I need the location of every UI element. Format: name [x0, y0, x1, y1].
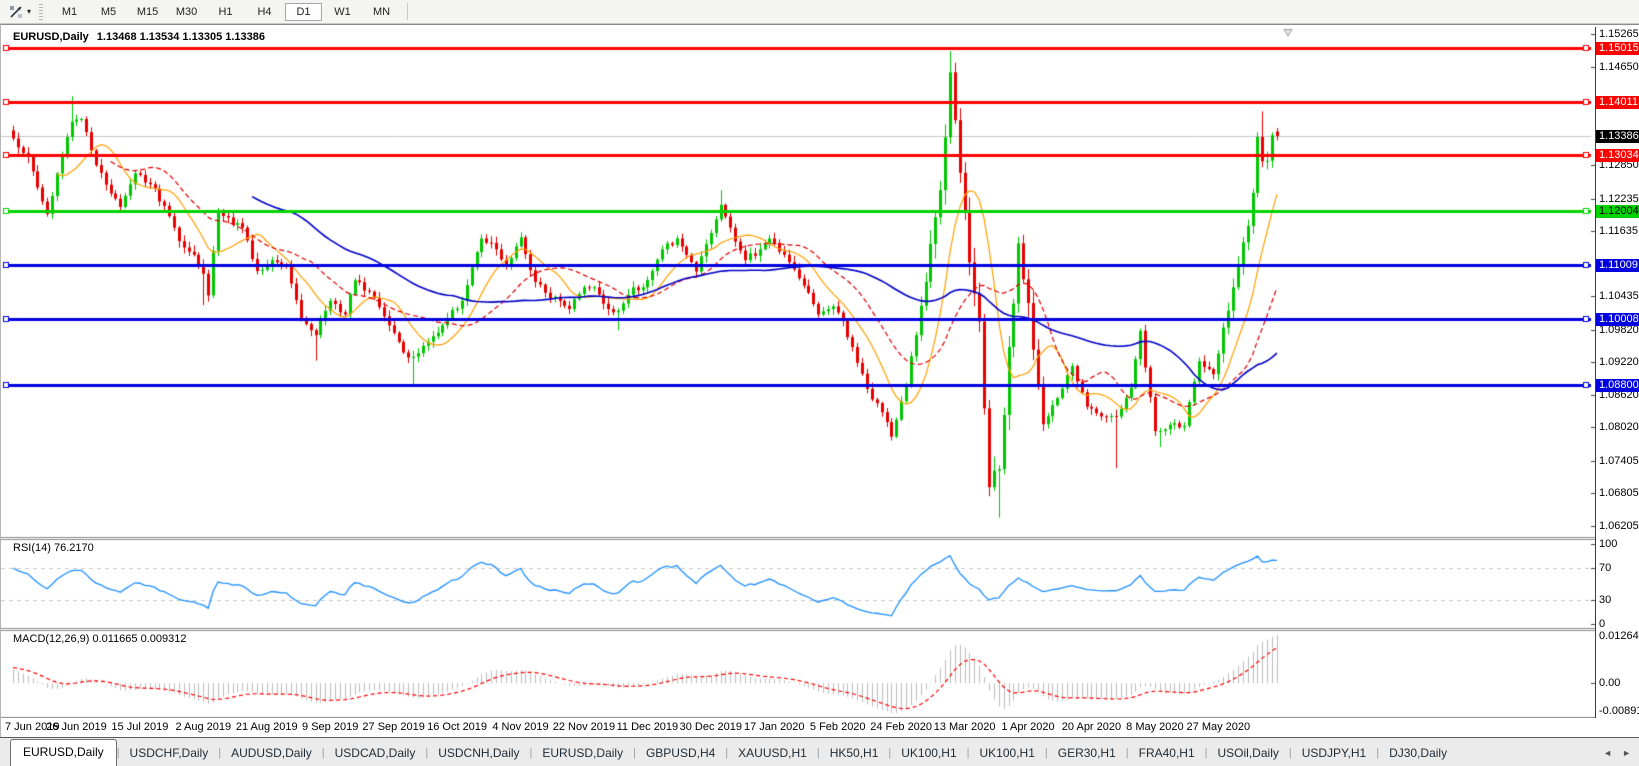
chart-title: EURUSD,Daily 1.13468 1.13534 1.13305 1.13… [13, 31, 265, 43]
time-axis-label: 9 Sep 2019 [302, 721, 358, 733]
price-axis-tick: 1.06205 [1599, 520, 1639, 533]
macd-indicator-label: MACD(12,26,9) 0.011665 0.009312 [13, 633, 186, 645]
price-axis[interactable]: 1.152651.146501.128501.122351.116351.104… [1595, 27, 1639, 718]
price-axis-tick: 1.07405 [1599, 455, 1639, 468]
chart-symbol-period: EURUSD,Daily [13, 31, 89, 43]
tabs-scroll-left-icon[interactable]: ◄ [1603, 748, 1612, 758]
toolbar-divider [407, 3, 408, 20]
timeframe-button-d1[interactable]: D1 [285, 3, 322, 21]
timeframe-button-h4[interactable]: H4 [246, 3, 283, 21]
price-axis-tick: 1.08020 [1599, 421, 1639, 434]
time-axis-label: 5 Feb 2020 [810, 721, 866, 733]
time-axis-label: 13 Mar 2020 [934, 721, 996, 733]
toolbar-grip[interactable] [39, 4, 43, 20]
time-axis-label: 2 Aug 2019 [175, 721, 231, 733]
chart-tab-gbpusd-h4-6[interactable]: GBPUSD,H4 [636, 742, 725, 764]
chart-tab-uk100-h1-10[interactable]: UK100,H1 [970, 742, 1045, 764]
time-axis-label: 11 Dec 2019 [617, 721, 679, 733]
price-axis-tick: 1.11635 [1599, 225, 1638, 238]
timeframe-button-m15[interactable]: M15 [129, 3, 166, 21]
price-line-badge: 1.15015 [1596, 42, 1639, 55]
draw-tool-button[interactable]: ▾ [4, 3, 35, 21]
chart-tab-hk50-h1-8[interactable]: HK50,H1 [820, 742, 889, 764]
timeframe-buttons: M1M5M15M30H1H4D1W1MN [50, 0, 401, 24]
chart-tab-bar: EURUSD,Daily|USDCHF,Daily|AUDUSD,Daily|U… [0, 737, 1639, 766]
chart-tab-usdcnh-daily-4[interactable]: USDCNH,Daily [428, 742, 529, 764]
chart-window: EURUSD,Daily 1.13468 1.13534 1.13305 1.13… [0, 24, 1639, 737]
price-chart-canvas[interactable] [1, 27, 1597, 718]
tabs-scroll-right-icon[interactable]: ► [1622, 748, 1631, 758]
price-line-badge: 1.13034 [1596, 149, 1639, 162]
timeframe-button-m1[interactable]: M1 [51, 3, 88, 21]
chart-tab-eurusd-daily-0[interactable]: EURUSD,Daily [10, 739, 117, 766]
time-axis-label: 21 Aug 2019 [236, 721, 298, 733]
time-axis-label: 24 Feb 2020 [870, 721, 932, 733]
price-axis-tick: 1.06805 [1599, 487, 1639, 500]
time-axis-label: 17 Jan 2020 [744, 721, 805, 733]
chart-tabs: EURUSD,Daily|USDCHF,Daily|AUDUSD,Daily|U… [0, 738, 1457, 766]
time-axis-label: 8 May 2020 [1126, 721, 1183, 733]
rsi-indicator-label: RSI(14) 76.2170 [13, 542, 94, 554]
macd-axis-tick-zero: 0.00 [1599, 677, 1620, 690]
draw-tool-icon [8, 4, 24, 20]
rsi-axis-tick: 70 [1599, 562, 1611, 575]
time-axis[interactable]: 7 Jun 201926 Jun 201915 Jul 20192 Aug 20… [1, 718, 1597, 738]
timeframe-button-mn[interactable]: MN [363, 3, 400, 21]
time-axis-label: 15 Jul 2019 [111, 721, 168, 733]
price-line-badge: 1.11009 [1596, 259, 1639, 272]
macd-axis-tick-max: 0.012645 [1599, 630, 1639, 643]
price-axis-tick: 1.09220 [1599, 356, 1639, 369]
chart-tab-eurusd-daily-5[interactable]: EURUSD,Daily [532, 742, 633, 764]
time-axis-label: 22 Nov 2019 [553, 721, 615, 733]
time-axis-label: 27 May 2020 [1187, 721, 1251, 733]
toolbar: ▾ M1M5M15M30H1H4D1W1MN [0, 0, 1639, 24]
time-axis-label: 30 Dec 2019 [680, 721, 742, 733]
chart-tab-fra40-h1-12[interactable]: FRA40,H1 [1129, 742, 1205, 764]
rsi-axis-tick: 100 [1599, 538, 1617, 551]
dropdown-caret-icon[interactable]: ▾ [27, 7, 31, 17]
tab-scroll-controls: ◄ ► [1603, 738, 1631, 766]
chart-tab-usdcad-daily-3[interactable]: USDCAD,Daily [325, 742, 426, 764]
time-axis-label: 1 Apr 2020 [1001, 721, 1054, 733]
price-axis-tick: 1.10435 [1599, 290, 1639, 303]
time-axis-label: 20 Apr 2020 [1062, 721, 1121, 733]
price-axis-tick: 1.15265 [1599, 28, 1639, 41]
price-line-badge: 1.08800 [1596, 379, 1639, 392]
price-axis-tick: 1.14650 [1599, 61, 1639, 74]
time-axis-label: 27 Sep 2019 [362, 721, 424, 733]
chart-ohlc-values: 1.13468 1.13534 1.13305 1.13386 [97, 31, 265, 43]
time-axis-label: 26 Jun 2019 [46, 721, 107, 733]
rsi-axis-tick: 30 [1599, 594, 1611, 607]
chart-tab-uk100-h1-9[interactable]: UK100,H1 [891, 742, 966, 764]
timeframe-button-m5[interactable]: M5 [90, 3, 127, 21]
mt4-chart-window: ▾ M1M5M15M30H1H4D1W1MN EURUSD,Daily 1.134… [0, 0, 1639, 766]
price-line-badge: 1.14011 [1596, 96, 1639, 109]
timeframe-button-m30[interactable]: M30 [168, 3, 205, 21]
chart-tab-dj30-daily-15[interactable]: DJ30,Daily [1379, 742, 1457, 764]
time-axis-label: 4 Nov 2019 [492, 721, 548, 733]
macd-axis-tick-min: -0.00891 [1599, 705, 1639, 718]
timeframe-button-h1[interactable]: H1 [207, 3, 244, 21]
chart-tab-xauusd-h1-7[interactable]: XAUUSD,H1 [728, 742, 817, 764]
chart-tab-usdchf-daily-1[interactable]: USDCHF,Daily [120, 742, 219, 764]
price-line-badge: 1.12004 [1596, 205, 1639, 218]
current-price-badge: 1.13386 [1596, 130, 1639, 143]
chart-tab-usoil-daily-13[interactable]: USOil,Daily [1208, 742, 1289, 764]
chart-tab-audusd-daily-2[interactable]: AUDUSD,Daily [221, 742, 322, 764]
timeframe-button-w1[interactable]: W1 [324, 3, 361, 21]
time-axis-label: 16 Oct 2019 [427, 721, 487, 733]
chart-tab-usdjpy-h1-14[interactable]: USDJPY,H1 [1292, 742, 1376, 764]
price-line-badge: 1.10008 [1596, 313, 1639, 326]
chart-tab-ger30-h1-11[interactable]: GER30,H1 [1048, 742, 1126, 764]
